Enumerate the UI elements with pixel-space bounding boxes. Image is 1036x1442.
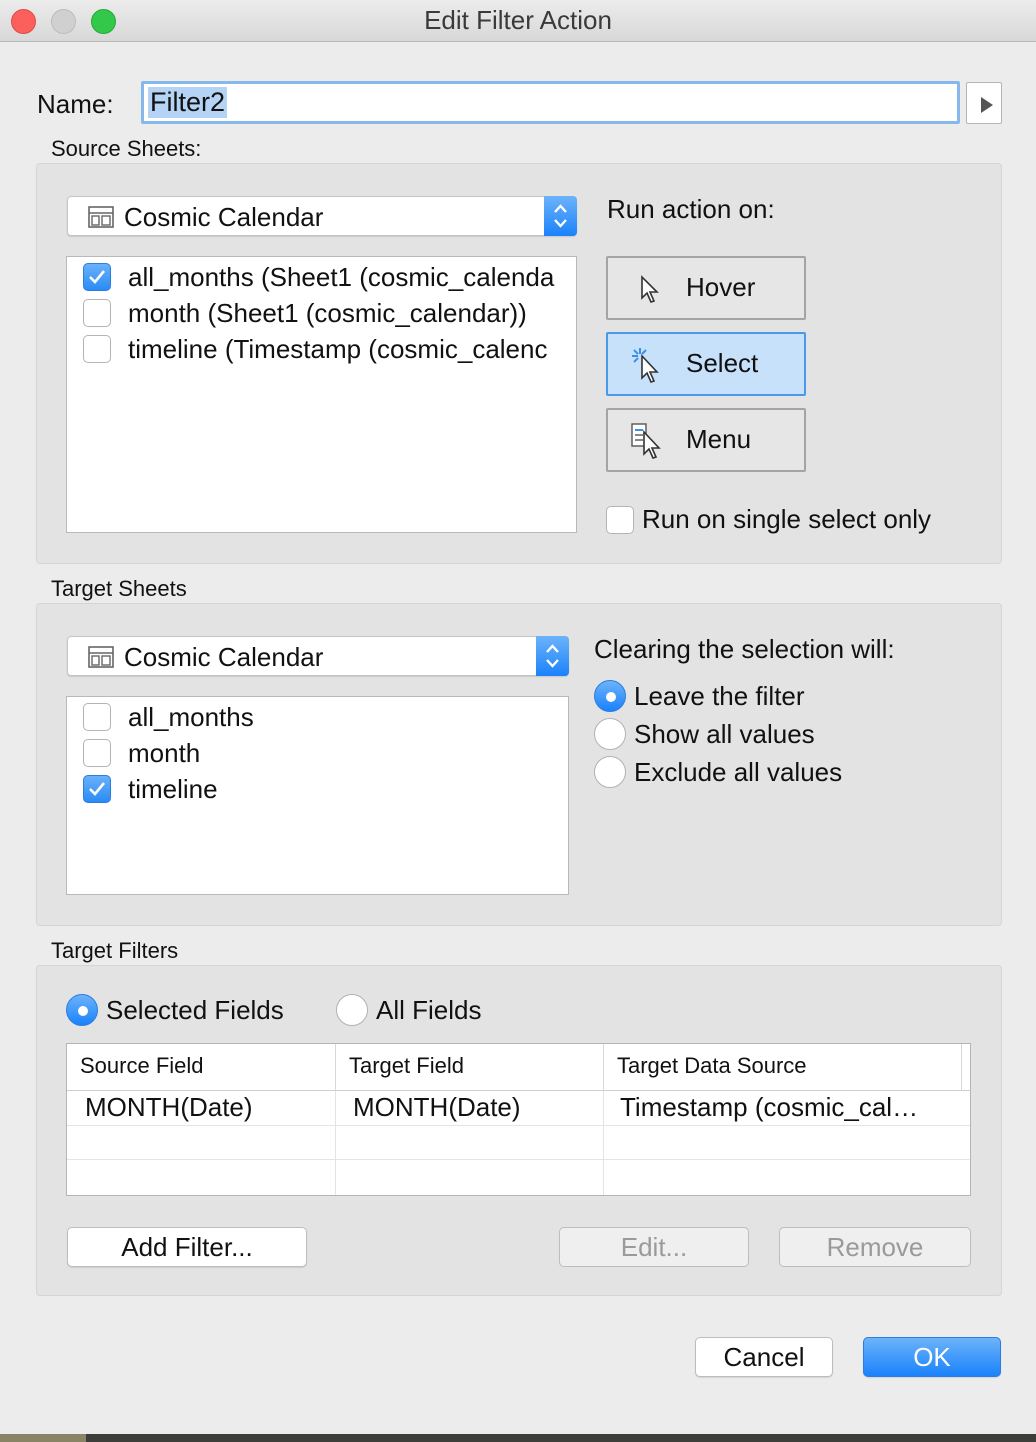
target-sheet-item[interactable]: month: [83, 737, 200, 769]
source-sheet-item[interactable]: all_months (Sheet1 (cosmic_calenda: [83, 261, 554, 293]
target-sheets-dropdown-value: Cosmic Calendar: [124, 642, 324, 672]
filter-mode-all-fields[interactable]: All Fields: [336, 993, 481, 1027]
add-filter-button[interactable]: Add Filter...: [67, 1227, 307, 1267]
single-select-option[interactable]: Run on single select only: [606, 504, 931, 535]
clearing-option-label: Show all values: [634, 718, 815, 749]
window-title: Edit Filter Action: [424, 5, 612, 35]
source-sheet-item[interactable]: timeline (Timestamp (cosmic_calenc: [83, 333, 547, 365]
hover-button[interactable]: Hover: [606, 256, 806, 320]
clearing-label: Clearing the selection will:: [594, 634, 895, 664]
clearing-option-label: Exclude all values: [634, 756, 843, 787]
target-dropdown-stepper[interactable]: [536, 636, 569, 676]
dashboard-icon: [88, 206, 114, 228]
single-select-label: Run on single select only: [642, 504, 932, 534]
pointer-icon: [641, 275, 659, 303]
name-label: Name:: [37, 89, 114, 119]
radio[interactable]: [594, 756, 626, 788]
source-sheets-dropdown[interactable]: Cosmic Calendar: [67, 196, 577, 236]
checkbox-checked[interactable]: [83, 263, 111, 291]
run-action-label: Run action on:: [607, 194, 775, 224]
cell-target-data-source: Timestamp (cosmic_cal…: [620, 1092, 919, 1122]
column-header-target-field[interactable]: Target Field: [336, 1044, 604, 1090]
title-bar[interactable]: Edit Filter Action: [0, 0, 1036, 42]
clearing-option-exclude-all[interactable]: Exclude all values: [594, 755, 842, 789]
checkbox[interactable]: [83, 299, 111, 327]
target-sheet-label: all_months: [128, 701, 254, 732]
cell-target-field: MONTH(Date): [353, 1092, 521, 1122]
filter-mode-selected-fields[interactable]: Selected Fields: [66, 993, 284, 1027]
row-divider: [67, 1159, 970, 1160]
row-divider: [67, 1125, 970, 1126]
remove-filter-button[interactable]: Remove: [779, 1227, 971, 1267]
source-sheet-label: timeline (Timestamp (cosmic_calenc: [128, 333, 548, 364]
checkmark-icon: [89, 782, 106, 796]
target-filters-label: Target Filters: [51, 938, 179, 963]
clearing-option-show-all[interactable]: Show all values: [594, 717, 842, 751]
target-sheet-item[interactable]: all_months: [83, 701, 254, 733]
source-sheets-label: Source Sheets:: [51, 136, 202, 161]
cell-source-field: MONTH(Date): [85, 1092, 253, 1122]
radio-selected[interactable]: [66, 994, 98, 1026]
select-button-label: Select: [686, 348, 759, 378]
background-window-strip: [0, 1434, 1036, 1442]
select-pointer-icon: [632, 348, 659, 383]
source-sheet-label: all_months (Sheet1 (cosmic_calenda: [128, 261, 555, 292]
source-sheets-list[interactable]: all_months (Sheet1 (cosmic_calenda month…: [66, 256, 577, 533]
target-sheets-label: Target Sheets: [51, 576, 187, 601]
source-dropdown-stepper[interactable]: [544, 196, 577, 236]
ok-button[interactable]: OK: [863, 1337, 1001, 1377]
single-select-checkbox[interactable]: [606, 505, 634, 534]
target-sheets-dropdown[interactable]: Cosmic Calendar: [67, 636, 569, 676]
source-sheet-item[interactable]: month (Sheet1 (cosmic_calendar)): [83, 297, 527, 329]
menu-pointer-icon: [631, 423, 661, 459]
clearing-option-leave[interactable]: Leave the filter: [594, 679, 842, 713]
table-row[interactable]: MONTH(Date) MONTH(Date) Timestamp (cosmi…: [67, 1091, 970, 1125]
target-sheets-list[interactable]: all_months month timeline: [66, 696, 569, 895]
select-button[interactable]: Select: [606, 332, 806, 396]
name-input[interactable]: Filter2: [141, 81, 960, 124]
source-sheets-dropdown-value: Cosmic Calendar: [124, 202, 324, 232]
filter-mode-label: Selected Fields: [106, 994, 284, 1025]
menu-button-label: Menu: [686, 424, 752, 454]
dashboard-icon: [88, 646, 114, 668]
hover-button-label: Hover: [686, 272, 756, 302]
filter-mode-label: All Fields: [376, 994, 482, 1025]
checkbox[interactable]: [83, 739, 111, 767]
filters-table[interactable]: Source Field Target Field Target Data So…: [66, 1043, 971, 1196]
name-input-value: Filter2: [148, 87, 228, 118]
edit-filter-button[interactable]: Edit...: [559, 1227, 749, 1267]
column-header-target-data-source[interactable]: Target Data Source: [604, 1044, 962, 1090]
name-arrow-button[interactable]: [966, 82, 1002, 124]
clearing-option-label: Leave the filter: [634, 680, 805, 711]
checkbox[interactable]: [83, 703, 111, 731]
source-sheet-label: month (Sheet1 (cosmic_calendar)): [128, 297, 527, 328]
play-arrow-icon: [981, 97, 993, 113]
radio-selected[interactable]: [594, 680, 626, 712]
background-window-strip: [0, 1434, 86, 1442]
chevron-updown-icon: [554, 204, 567, 228]
checkbox-checked[interactable]: [83, 775, 111, 803]
cancel-button[interactable]: Cancel: [695, 1337, 833, 1377]
target-sheet-item[interactable]: timeline: [83, 773, 218, 805]
target-sheet-label: timeline: [128, 773, 218, 804]
target-sheet-label: month: [128, 737, 201, 768]
column-header-source-field[interactable]: Source Field: [67, 1044, 336, 1090]
radio[interactable]: [336, 994, 368, 1026]
chevron-updown-icon: [546, 644, 559, 668]
radio[interactable]: [594, 718, 626, 750]
checkmark-icon: [89, 270, 106, 284]
menu-button[interactable]: Menu: [606, 408, 806, 472]
checkbox[interactable]: [83, 335, 111, 363]
clearing-options: Leave the filter Show all values Exclude…: [594, 679, 842, 789]
